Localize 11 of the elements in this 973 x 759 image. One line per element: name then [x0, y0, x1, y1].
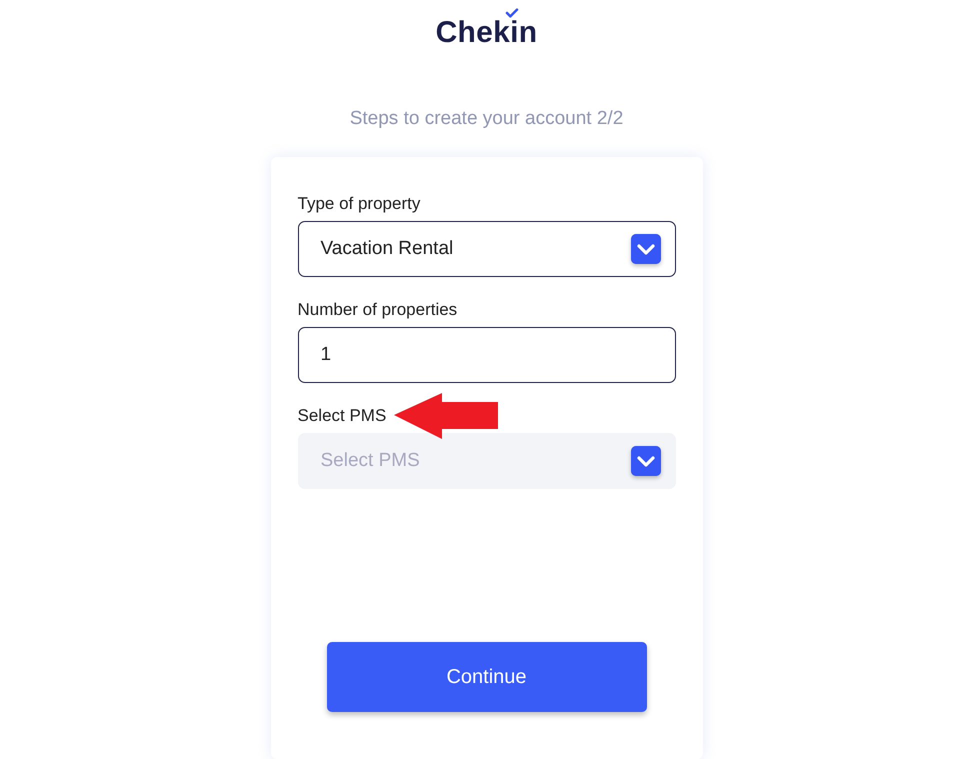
field-label: Select PMS: [298, 406, 386, 426]
chevron-down-icon: [630, 234, 660, 264]
check-icon: [504, 8, 519, 18]
logo: Chekin: [436, 18, 538, 48]
field-label: Number of properties: [298, 300, 458, 320]
continue-button[interactable]: Continue: [326, 642, 646, 712]
chevron-down-icon: [630, 446, 660, 476]
field-label: Type of property: [298, 194, 420, 214]
step-subtitle: Steps to create your account 2/2: [350, 108, 624, 130]
select-field[interactable]: Vacation Rental: [298, 221, 676, 277]
input-field[interactable]: 1: [298, 327, 676, 383]
